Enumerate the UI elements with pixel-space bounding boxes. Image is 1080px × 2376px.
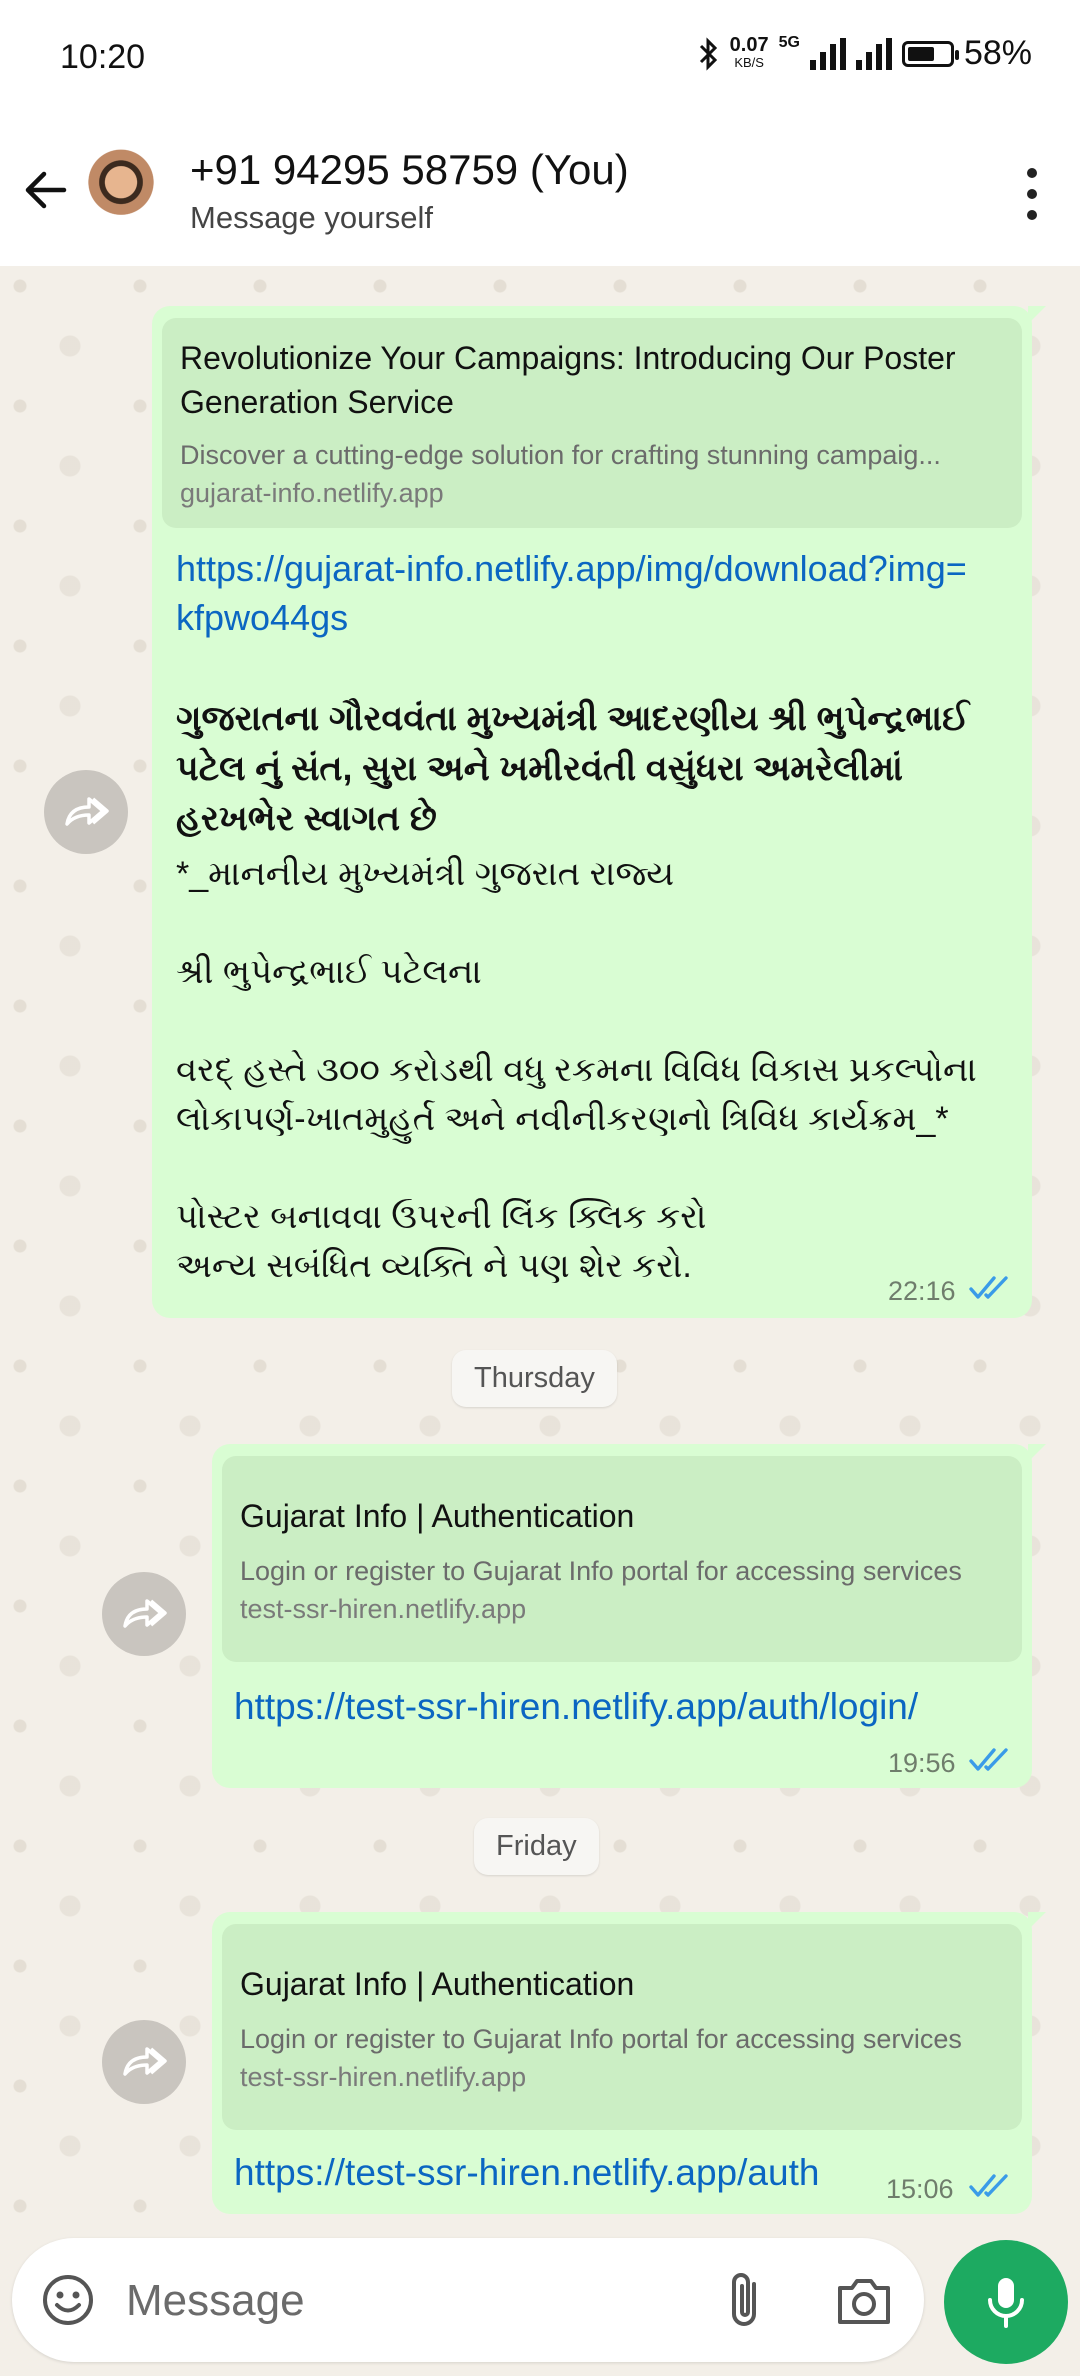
link-preview-domain: test-ssr-hiren.netlify.app <box>240 2062 527 2092</box>
chat-header: +91 94295 58759 (You) Message yourself <box>0 118 1080 268</box>
message-time: 22:16 <box>888 1276 956 1306</box>
status-icons: 0.07 KB/S 5G 58% <box>698 34 1032 73</box>
contact-subtitle: Message yourself <box>190 200 433 235</box>
message-input-bar <box>12 2238 924 2362</box>
status-bar: 10:20 0.07 KB/S 5G 58% <box>0 0 1080 118</box>
message-link[interactable]: https://test-ssr-hiren.netlify.app/auth/… <box>234 1682 918 1731</box>
link-preview[interactable]: Gujarat Info | Authentication Login or r… <box>222 1456 1022 1662</box>
network-speed: 0.07 KB/S <box>729 33 769 70</box>
signal-icon-2 <box>855 37 892 70</box>
status-time: 10:20 <box>60 38 146 76</box>
contact-name[interactable]: +91 94295 58759 (You) <box>190 146 629 194</box>
forward-icon <box>123 1599 167 1628</box>
network-type: 5G <box>778 34 800 51</box>
battery-icon <box>901 40 959 67</box>
camera-icon[interactable] <box>834 2274 894 2328</box>
message-bold-text: ગુજરાતના ગૌરવવંતા મુખ્યમંત્રી આદરણીય શ્ર… <box>176 699 970 838</box>
link-preview[interactable]: Revolutionize Your Campaigns: Introducin… <box>162 318 1022 528</box>
mic-icon <box>988 2278 1024 2328</box>
forward-button[interactable] <box>102 2020 186 2104</box>
link-preview-title: Revolutionize Your Campaigns: Introducin… <box>180 340 956 420</box>
date-chip: Thursday <box>452 1350 617 1407</box>
message-text: *_માનનીય મુખ્યમંત્રી ગુજરાત રાજ્ય શ્રી ભ… <box>176 855 977 1285</box>
more-options-icon[interactable] <box>1024 168 1040 220</box>
forward-icon <box>65 797 109 826</box>
back-arrow-icon[interactable] <box>18 162 74 218</box>
forward-icon <box>123 2047 167 2076</box>
bluetooth-icon <box>699 36 717 71</box>
message-time: 19:56 <box>888 1748 956 1778</box>
link-preview-description: Login or register to Gujarat Info portal… <box>240 2024 962 2054</box>
message-input[interactable] <box>124 2268 688 2334</box>
battery-level: 58% <box>963 34 1032 72</box>
forward-button[interactable] <box>102 1572 186 1656</box>
link-preview-title: Gujarat Info | Authentication <box>240 1498 635 1534</box>
message-bubble[interactable]: Gujarat Info | Authentication Login or r… <box>212 1912 1046 2214</box>
message-bubble[interactable]: Revolutionize Your Campaigns: Introducin… <box>152 306 1046 1318</box>
message-bubble[interactable]: Gujarat Info | Authentication Login or r… <box>212 1444 1046 1788</box>
link-preview-description: Discover a cutting-edge solution for cra… <box>180 440 941 470</box>
mic-button[interactable] <box>944 2240 1068 2364</box>
date-chip: Friday <box>474 1818 599 1875</box>
read-ticks-icon <box>969 2174 1008 2197</box>
message-link[interactable]: https://test-ssr-hiren.netlify.app/auth <box>234 2148 819 2197</box>
attach-icon[interactable] <box>716 2268 776 2332</box>
link-preview-description: Login or register to Gujarat Info portal… <box>240 1556 962 1586</box>
emoji-icon[interactable] <box>40 2272 96 2328</box>
link-preview-domain: gujarat-info.netlify.app <box>180 478 444 508</box>
link-preview[interactable]: Gujarat Info | Authentication Login or r… <box>222 1924 1022 2130</box>
link-preview-title: Gujarat Info | Authentication <box>240 1966 635 2002</box>
message-link[interactable]: https://gujarat-info.netlify.app/img/dow… <box>176 544 976 642</box>
link-preview-domain: test-ssr-hiren.netlify.app <box>240 1594 527 1624</box>
avatar[interactable] <box>76 148 166 238</box>
signal-icon <box>809 37 846 70</box>
forward-button[interactable] <box>44 770 128 854</box>
message-time: 15:06 <box>886 2174 954 2204</box>
read-ticks-icon <box>969 1276 1008 1299</box>
read-ticks-icon <box>969 1748 1008 1771</box>
